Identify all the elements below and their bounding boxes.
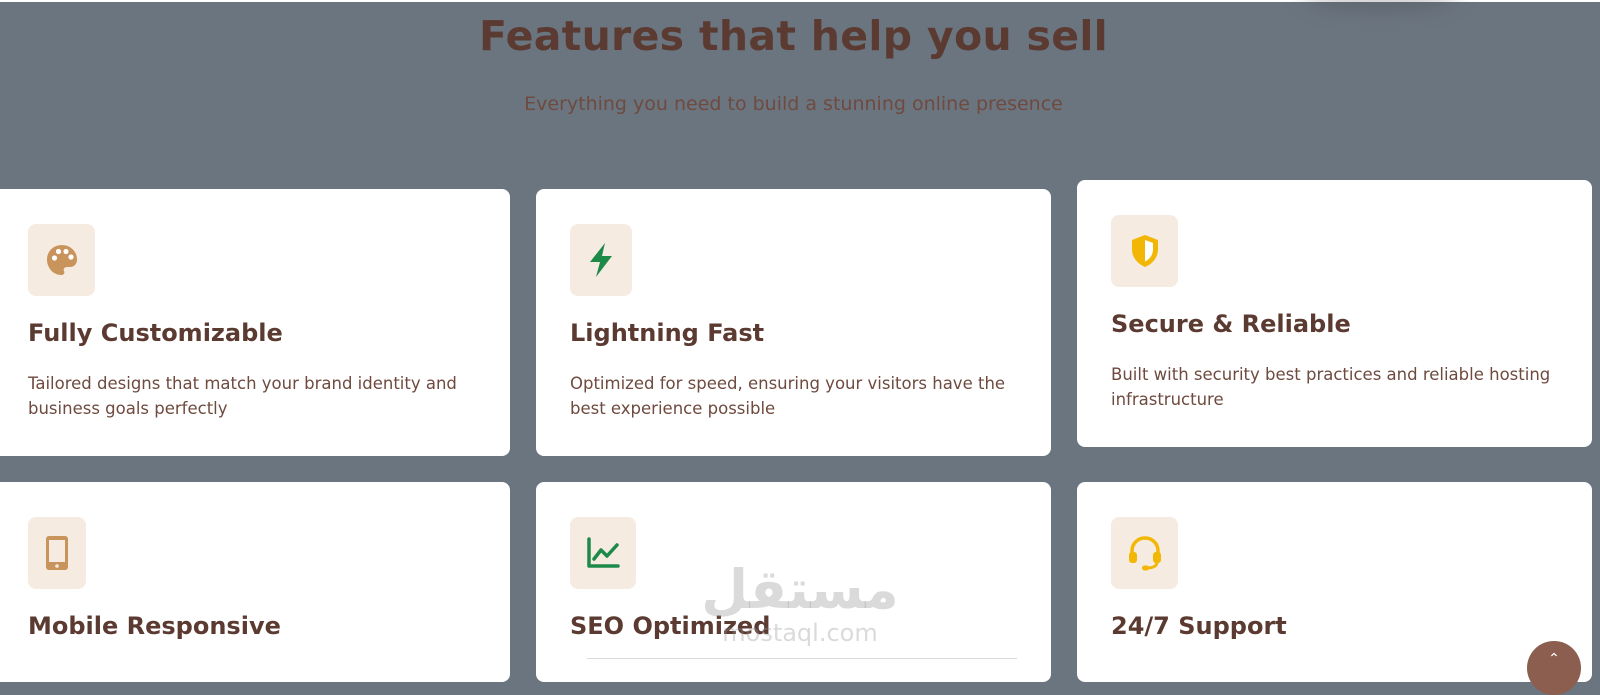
section-title: Features that help you sell [478,12,1109,60]
partial-input-border [587,658,1017,659]
feature-title: Mobile Responsive [28,612,281,640]
feature-card-secure: Secure & Reliable Built with security be… [1077,180,1592,447]
chart-line-icon [587,537,620,568]
feature-title: Secure & Reliable [1111,310,1351,338]
section-subtitle: Everything you need to build a stunning … [524,93,1063,115]
feature-description: Built with security best practices and r… [1111,365,1551,409]
feature-title: Fully Customizable [28,319,283,347]
feature-card-seo: SEO Optimized [536,482,1051,682]
feature-card-support: 24/7 Support [1077,482,1592,682]
shield-icon [1131,235,1158,267]
decorative-glow [1300,0,1460,10]
feature-icon-box [1111,517,1178,589]
feature-icon-box [570,224,632,296]
feature-title: Lightning Fast [570,319,765,347]
feature-icon-box [570,517,636,589]
feature-card-fast: Lightning Fast Optimized for speed, ensu… [536,189,1051,456]
feature-title: 24/7 Support [1111,612,1287,640]
scroll-to-top-button[interactable]: ⌃ [1527,641,1581,695]
feature-card-customizable: Fully Customizable Tailored designs that… [0,189,510,456]
feature-description: Tailored designs that match your brand i… [28,374,457,418]
headset-icon [1128,536,1161,571]
feature-description: Optimized for speed, ensuring your visit… [570,374,1006,418]
feature-card-mobile: Mobile Responsive [0,482,510,682]
palette-icon [46,245,77,275]
feature-icon-box [1111,215,1178,287]
chevron-up-icon: ⌃ [1548,651,1560,667]
lightning-icon [590,243,612,277]
mobile-icon [46,536,68,570]
feature-title: SEO Optimized [570,612,771,640]
feature-icon-box [28,517,86,589]
feature-icon-box [28,224,95,296]
